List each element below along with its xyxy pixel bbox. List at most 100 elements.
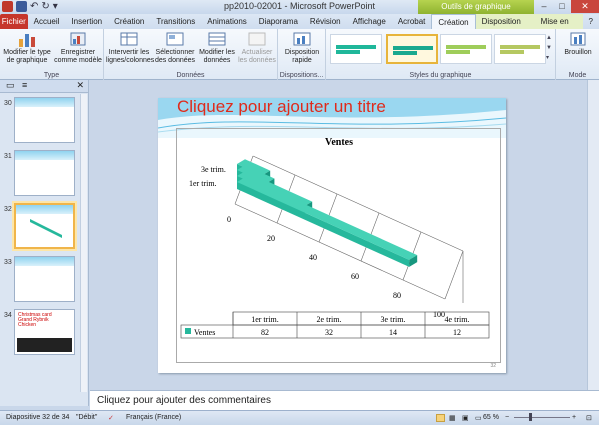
chart-style-2[interactable] [386, 34, 438, 64]
theme-name: "Débit" [76, 414, 98, 421]
language[interactable]: Français (France) [126, 414, 181, 421]
slide-thumbnail[interactable] [14, 97, 75, 143]
thumb-number: 33 [4, 259, 12, 266]
tab-accueil[interactable]: Accueil [28, 14, 66, 29]
refresh-data-button[interactable]: Actualiser les données [238, 31, 276, 65]
reading-view-icon[interactable]: ▣ [462, 414, 469, 422]
slide-counter: Diapositive 32 de 34 [6, 414, 70, 421]
data-table-cell: 14 [389, 328, 397, 337]
slide-editor: Cliquez pour ajouter un titre Ventes 0 20 4… [90, 80, 599, 390]
quick-layout-button[interactable]: Disposition rapide [280, 31, 324, 65]
draft-button[interactable]: Brouillon [558, 31, 598, 57]
close-pane-icon[interactable]: ✕ [76, 80, 84, 91]
draft-icon [570, 32, 586, 46]
pane-scrollbar[interactable] [80, 94, 87, 392]
tab-insertion[interactable]: Insertion [65, 14, 108, 29]
slide-number: 32 [490, 363, 496, 369]
thumb-number: 34 [4, 312, 12, 319]
axis-tick-label: 0 [227, 215, 231, 224]
tab-transitions[interactable]: Transitions [150, 14, 201, 29]
fit-slide-icon[interactable]: ⊡ [586, 414, 592, 422]
data-table-header-cell: 4e trim. [445, 315, 470, 324]
spellcheck-icon[interactable]: ✓ [108, 414, 114, 422]
axis-tick-label: 100 [433, 310, 445, 319]
change-chart-type-button[interactable]: Modifier le type de graphique [2, 31, 52, 65]
editor-scrollbar[interactable] [587, 80, 599, 390]
data-table-series-name: Ventes [194, 328, 215, 337]
chart-title: Ventes [325, 137, 353, 148]
group-label-donnees: Données [176, 72, 205, 79]
group-label-mode: Mode [568, 72, 587, 79]
outline-tab-icon[interactable]: ≡ [22, 80, 27, 90]
tab-chart-creation[interactable]: Création [431, 14, 476, 29]
chart-style-1[interactable] [330, 34, 382, 64]
edit-data-button[interactable]: Modifier les données [198, 31, 236, 65]
switch-rows-columns-icon [120, 32, 138, 46]
data-table-cell: 32 [325, 328, 333, 337]
slides-tab-icon[interactable]: ▭ [6, 80, 15, 91]
axis-tick-label: 80 [393, 291, 401, 300]
tab-chart-disposition[interactable]: Disposition [475, 14, 527, 29]
data-table-row [180, 324, 490, 339]
chart-type-icon [19, 34, 35, 47]
data-table-cell: 12 [453, 328, 461, 337]
normal-view-icon[interactable] [436, 414, 445, 422]
close-button[interactable]: ✕ [571, 0, 599, 13]
tab-animations[interactable]: Animations [201, 14, 253, 29]
switch-row-column-button[interactable]: Intervertir les lignes/colonnes [106, 31, 154, 65]
pane-tabs: ▭ ≡ ✕ [0, 80, 88, 93]
quick-layout-icon [293, 32, 311, 46]
chart-style-3[interactable] [440, 34, 492, 64]
photo-strip [17, 338, 72, 352]
tab-acrobat[interactable]: Acrobat [392, 14, 432, 29]
group-type: Modifier le type de graphique Enregistre… [0, 29, 104, 80]
notes-placeholder[interactable]: Cliquez pour ajouter des commentaires [97, 395, 271, 406]
styles-scroll[interactable]: ▲ ▼ ▾ [546, 33, 554, 65]
data-table-cell: 82 [261, 328, 269, 337]
thumb-number: 32 [4, 206, 12, 213]
slide-thumbnail[interactable]: Christmas card Grand Rybnik Chicken [14, 309, 75, 355]
zoom-level[interactable]: 65 % [483, 414, 499, 421]
axis-tick-label: 60 [351, 272, 359, 281]
group-label-type: Type [43, 72, 60, 79]
slide-title-placeholder[interactable]: Cliquez pour ajouter un titre [177, 97, 386, 117]
chart-area[interactable]: Ventes 0 20 40 60 80 100 3e trim. 1er trim. 1er t… [176, 128, 501, 363]
ribbon: Modifier le type de graphique Enregistre… [0, 29, 599, 80]
bar-chart[interactable]: Ventes 0 20 40 60 80 100 3e trim. 1er trim. 1er t… [177, 129, 500, 362]
save-as-template-button[interactable]: Enregistrer comme modèle [54, 31, 102, 65]
gridline [444, 250, 464, 300]
group-donnees: Intervertir les lignes/colonnes Sélectio… [104, 29, 278, 80]
zoom-slider[interactable] [514, 417, 570, 418]
minimize-button[interactable]: – [535, 0, 553, 13]
legend-key [185, 328, 191, 334]
maximize-button[interactable]: □ [553, 0, 571, 13]
tab-creation[interactable]: Création [108, 14, 150, 29]
slide-canvas: Cliquez pour ajouter un titre Ventes 0 20 4… [158, 97, 506, 373]
zoom-slider-thumb[interactable] [529, 413, 532, 421]
tab-fichier[interactable]: Fichier [0, 14, 28, 29]
chart-tools-label: Outils de graphique [418, 0, 534, 14]
notes-pane[interactable]: Cliquez pour ajouter des commentaires [90, 390, 599, 410]
status-bar: Diapositive 32 de 34 "Débit" ✓ Français … [0, 410, 599, 425]
edit-data-icon [208, 32, 226, 46]
slide-sorter-icon[interactable]: ▦ [449, 414, 456, 422]
select-data-button[interactable]: Sélectionner des données [154, 31, 196, 65]
slide-thumbnail[interactable] [14, 256, 75, 302]
slide-thumbnail[interactable] [14, 150, 75, 196]
axis-tick-label: 40 [309, 253, 317, 262]
refresh-icon [248, 32, 266, 46]
data-table-header-cell: 2e trim. [317, 315, 342, 324]
select-data-icon [166, 32, 184, 46]
tab-affichage[interactable]: Affichage [347, 14, 392, 29]
title-bar: ↶ ↻ ▾ pp2010-02001 - Microsoft PowerPoin… [0, 0, 599, 14]
group-styles: ▲ ▼ ▾ Styles du graphique [326, 29, 556, 80]
zoom-in-icon[interactable]: + [572, 414, 576, 421]
tab-chart-mise-en-forme[interactable]: Mise en forme [526, 14, 583, 41]
tab-diaporama[interactable]: Diaporama [253, 14, 304, 29]
zoom-out-icon[interactable]: − [505, 414, 509, 421]
slide-thumbnail-selected[interactable] [14, 203, 75, 249]
slideshow-icon[interactable]: ▭ [475, 414, 482, 422]
help-icon[interactable]: ? [583, 14, 599, 29]
tab-revision[interactable]: Révision [304, 14, 347, 29]
chart-style-4[interactable] [494, 34, 546, 64]
